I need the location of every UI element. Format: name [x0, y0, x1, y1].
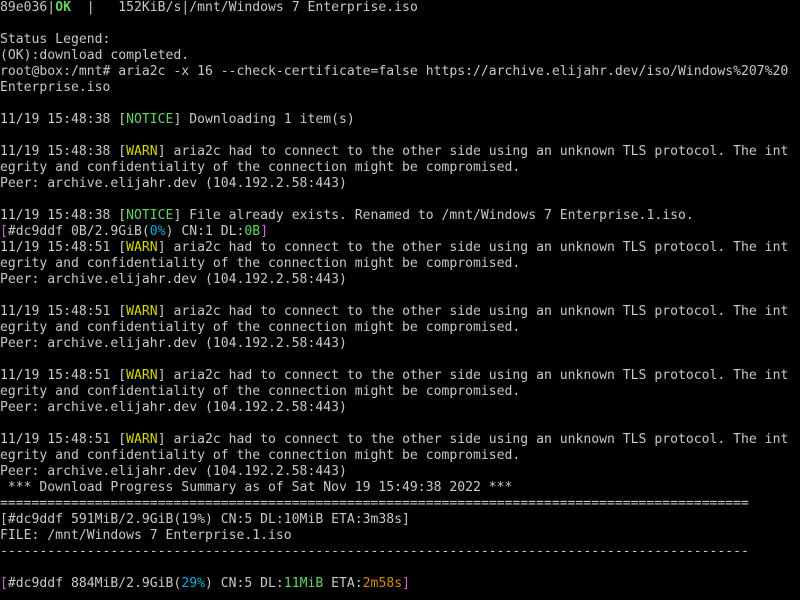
terminal-text-segment: 11/19 15:48:38 [: [0, 112, 127, 127]
terminal-text-segment: egrity and confidentiality of the connec…: [0, 160, 521, 175]
terminal-text-segment: FILE: /mnt/Windows 7 Enterprise.1.iso: [0, 528, 292, 543]
terminal-line: egrity and confidentiality of the connec…: [0, 320, 800, 336]
terminal-text-segment: 11/19 15:48:51 [: [0, 304, 127, 319]
terminal-text-segment: WARN: [126, 368, 158, 383]
terminal-line: 11/19 15:48:51 [WARN] aria2c had to conn…: [0, 432, 800, 448]
terminal-text-segment: WARN: [126, 240, 158, 255]
terminal-text-segment: egrity and confidentiality of the connec…: [0, 320, 521, 335]
terminal-text-segment: ----------------------------------------…: [0, 544, 749, 559]
terminal-text-segment: ========================================…: [0, 496, 749, 511]
terminal-text-segment: ETA:: [323, 576, 363, 591]
terminal-text-segment: ] aria2c had to connect to the other sid…: [157, 240, 789, 255]
terminal-text-segment: egrity and confidentiality of the connec…: [0, 448, 521, 463]
terminal-line: 11/19 15:48:51 [WARN] aria2c had to conn…: [0, 368, 800, 384]
terminal-line: FILE: /mnt/Windows 7 Enterprise.1.iso: [0, 528, 800, 544]
terminal-line: Peer: archive.elijahr.dev (104.192.2.58:…: [0, 272, 800, 288]
terminal-text-segment: OK: [55, 0, 71, 15]
terminal-text-segment: WARN: [126, 432, 158, 447]
terminal-line: Peer: archive.elijahr.dev (104.192.2.58:…: [0, 176, 800, 192]
terminal-text-segment: [: [0, 224, 8, 239]
terminal-text-segment: 11/19 15:48:51 [: [0, 432, 127, 447]
terminal-text-segment: ] Downloading 1 item(s): [173, 112, 355, 127]
terminal-text-segment: egrity and confidentiality of the connec…: [0, 256, 521, 271]
terminal-line: egrity and confidentiality of the connec…: [0, 448, 800, 464]
terminal-text-segment: (OK):download completed.: [0, 48, 190, 63]
terminal-window[interactable]: 89e036|OK | 152KiB/s|/mnt/Windows 7 Ente…: [0, 0, 800, 600]
terminal-text-segment: Enterprise.iso: [0, 80, 111, 95]
terminal-text-segment: Peer: archive.elijahr.dev (104.192.2.58:…: [0, 464, 347, 479]
terminal-line: 89e036|OK | 152KiB/s|/mnt/Windows 7 Ente…: [0, 0, 800, 16]
terminal-text-segment: 0B: [244, 224, 261, 239]
terminal-text-segment: Peer: archive.elijahr.dev (104.192.2.58:…: [0, 400, 347, 415]
terminal-text-segment: WARN: [126, 144, 158, 159]
terminal-text-segment: 0%: [149, 224, 166, 239]
terminal-text-segment: 11/19 15:48:51 [: [0, 368, 127, 383]
terminal-text-segment: 11/19 15:48:38 [: [0, 144, 127, 159]
terminal-line: [#dc9ddf 591MiB/2.9GiB(19%) CN:5 DL:10Mi…: [0, 512, 800, 528]
terminal-text-segment: NOTICE: [126, 112, 174, 127]
terminal-line: 11/19 15:48:38 [NOTICE] File already exi…: [0, 208, 800, 224]
terminal-text-segment: ]: [402, 576, 410, 591]
terminal-line: 11/19 15:48:51 [WARN] aria2c had to conn…: [0, 240, 800, 256]
terminal-line: 11/19 15:48:38 [WARN] aria2c had to conn…: [0, 144, 800, 160]
terminal-line: Peer: archive.elijahr.dev (104.192.2.58:…: [0, 464, 800, 480]
terminal-text-segment: Peer: archive.elijahr.dev (104.192.2.58:…: [0, 272, 347, 287]
terminal-text-segment: #dc9ddf 884MiB/2.9GiB(: [7, 576, 182, 591]
terminal-line: 11/19 15:48:51 [WARN] aria2c had to conn…: [0, 304, 800, 320]
terminal-line: ========================================…: [0, 496, 800, 512]
terminal-text-segment: [#dc9ddf 591MiB/2.9GiB(19%) CN:5 DL:10Mi…: [0, 512, 410, 527]
terminal-text-segment: ) CN:5 DL:: [204, 576, 284, 591]
terminal-text-segment: NOTICE: [126, 208, 174, 223]
terminal-text-segment: | 152KiB/s|/mnt/Windows 7 Enterprise.iso: [70, 0, 418, 15]
terminal-text-segment: [: [0, 576, 8, 591]
terminal-text-segment: 29%: [181, 576, 205, 591]
terminal-line: [#dc9ddf 884MiB/2.9GiB(29%) CN:5 DL:11Mi…: [0, 576, 800, 592]
terminal-text-segment: 11/19 15:48:51 [: [0, 240, 127, 255]
terminal-line: egrity and confidentiality of the connec…: [0, 384, 800, 400]
terminal-text-segment: #dc9ddf 0B/2.9GiB(: [7, 224, 150, 239]
terminal-text-segment: Peer: archive.elijahr.dev (104.192.2.58:…: [0, 176, 347, 191]
terminal-text-segment: 89e036|: [0, 0, 56, 15]
terminal-line: (OK):download completed.: [0, 48, 800, 64]
terminal-text-segment: 11/19 15:48:38 [: [0, 208, 127, 223]
terminal-text-segment: WARN: [126, 304, 158, 319]
terminal-text-segment: *** Download Progress Summary as of Sat …: [0, 480, 513, 495]
terminal-line: Status Legend:: [0, 32, 800, 48]
terminal-line: Enterprise.iso: [0, 80, 800, 96]
terminal-line: egrity and confidentiality of the connec…: [0, 256, 800, 272]
terminal-text-segment: Status Legend:: [0, 32, 111, 47]
terminal-line: *** Download Progress Summary as of Sat …: [0, 480, 800, 496]
terminal-text-segment: ] File already exists. Renamed to /mnt/W…: [173, 208, 694, 223]
terminal-text-segment: 2m58s: [362, 576, 403, 591]
terminal-line: 11/19 15:48:38 [NOTICE] Downloading 1 it…: [0, 112, 800, 128]
terminal-text-segment: ] aria2c had to connect to the other sid…: [157, 144, 789, 159]
terminal-text-segment: ) CN:1 DL:: [165, 224, 245, 239]
terminal-text-segment: ] aria2c had to connect to the other sid…: [157, 432, 789, 447]
terminal-text-segment: ]: [260, 224, 269, 239]
terminal-text-segment: Peer: archive.elijahr.dev (104.192.2.58:…: [0, 336, 347, 351]
terminal-text-segment: 11MiB: [283, 576, 324, 591]
terminal-line: root@box:/mnt# aria2c -x 16 --check-cert…: [0, 64, 800, 80]
terminal-line: egrity and confidentiality of the connec…: [0, 160, 800, 176]
terminal-text-segment: egrity and confidentiality of the connec…: [0, 384, 521, 399]
terminal-line: ----------------------------------------…: [0, 544, 800, 560]
terminal-line: [#dc9ddf 0B/2.9GiB(0%) CN:1 DL:0B]: [0, 224, 800, 240]
terminal-text-segment: ] aria2c had to connect to the other sid…: [157, 304, 789, 319]
terminal-line: Peer: archive.elijahr.dev (104.192.2.58:…: [0, 400, 800, 416]
terminal-line: Peer: archive.elijahr.dev (104.192.2.58:…: [0, 336, 800, 352]
terminal-text-segment: ] aria2c had to connect to the other sid…: [157, 368, 789, 383]
terminal-text-segment: root@box:/mnt# aria2c -x 16 --check-cert…: [0, 64, 789, 79]
